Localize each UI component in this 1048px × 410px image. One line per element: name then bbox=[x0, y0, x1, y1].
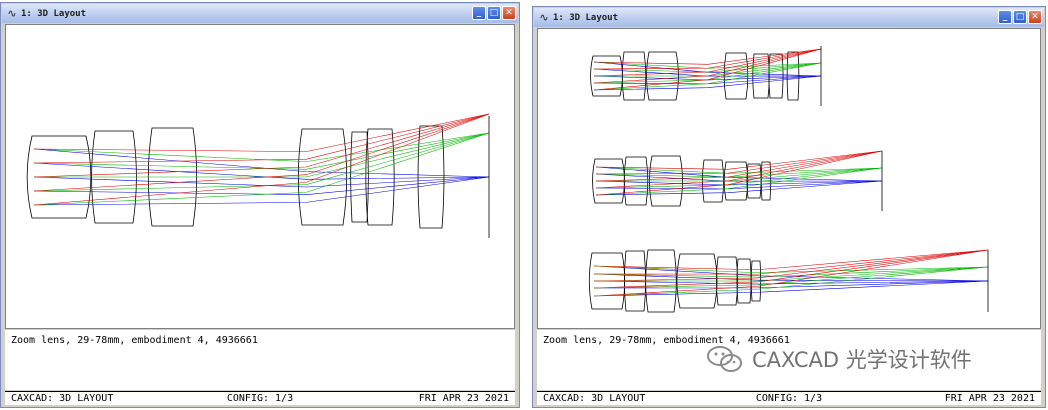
title-bar[interactable]: ∿ 1: 3D Layout _ □ ✕ bbox=[534, 8, 1044, 27]
status-date: FRI APR 23 2021 bbox=[418, 393, 509, 404]
wechat-icon bbox=[707, 346, 742, 372]
layout-plot bbox=[537, 28, 1041, 329]
ray-trace bbox=[33, 113, 490, 152]
ray-trace bbox=[596, 167, 883, 182]
ray-trace bbox=[593, 249, 989, 297]
minimize-button[interactable]: _ bbox=[998, 10, 1012, 24]
lens-description: Zoom lens, 29-78mm, embodiment 4, 493666… bbox=[5, 330, 515, 390]
lens-layout-drawing bbox=[26, 113, 490, 238]
ray-trace bbox=[593, 249, 989, 271]
ray-trace bbox=[33, 148, 490, 178]
wave-icon: ∿ bbox=[7, 6, 17, 20]
ray-trace bbox=[595, 167, 883, 189]
minimize-button[interactable]: _ bbox=[472, 6, 486, 20]
watermark-text: CAXCAD 光学设计软件 bbox=[752, 348, 972, 372]
maximize-button[interactable]: □ bbox=[487, 6, 501, 20]
status-date: FRI APR 23 2021 bbox=[944, 393, 1035, 404]
lens-element bbox=[417, 125, 445, 229]
window-title: 1: 3D Layout bbox=[21, 8, 87, 19]
ray-trace bbox=[593, 48, 822, 65]
layout-plot bbox=[5, 24, 515, 329]
wave-icon: ∿ bbox=[539, 10, 549, 24]
layout-window-left: ∿ 1: 3D Layout _ □ ✕ Zoom lens, 29-78mm,… bbox=[0, 2, 520, 408]
ray-trace bbox=[33, 113, 490, 164]
close-button[interactable]: ✕ bbox=[502, 6, 516, 20]
title-bar[interactable]: ∿ 1: 3D Layout _ □ ✕ bbox=[2, 4, 518, 23]
ray-trace bbox=[33, 132, 490, 162]
maximize-button[interactable]: □ bbox=[1013, 10, 1027, 24]
lens-layout-drawing bbox=[588, 46, 989, 313]
ray-trace bbox=[33, 113, 490, 178]
ray-trace bbox=[33, 176, 490, 206]
ray-trace bbox=[595, 167, 883, 196]
window-title: 1: 3D Layout bbox=[553, 12, 619, 23]
status-bar: CAXCAD: 3D LAYOUT CONFIG: 1/3 FRI APR 23… bbox=[5, 391, 515, 405]
close-button[interactable]: ✕ bbox=[1028, 10, 1042, 24]
status-bar: CAXCAD: 3D LAYOUT CONFIG: 1/3 FRI APR 23… bbox=[537, 391, 1041, 405]
watermark: CAXCAD 光学设计软件 bbox=[706, 344, 972, 374]
